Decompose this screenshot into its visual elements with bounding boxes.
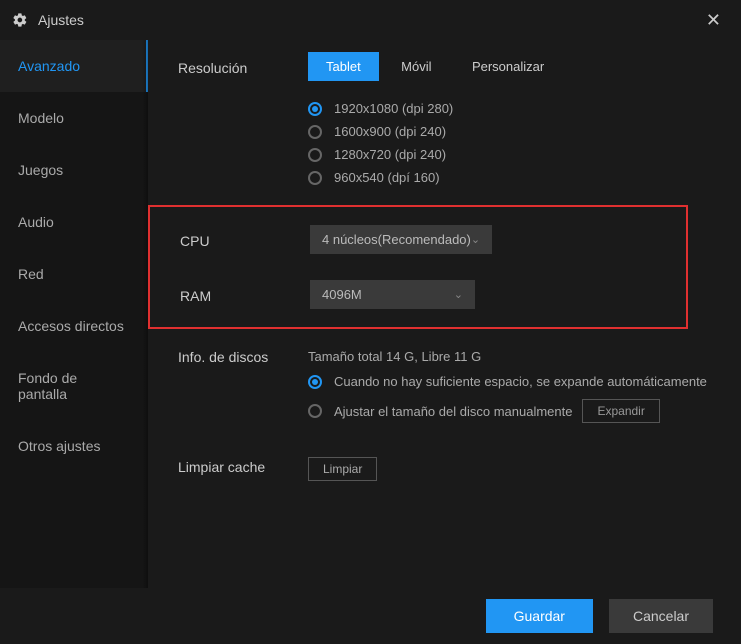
titlebar: Ajustes ✕	[0, 0, 741, 40]
sidebar-item-accesos-directos[interactable]: Accesos directos	[0, 300, 148, 352]
ram-dropdown-value: 4096M	[322, 287, 362, 302]
expand-button[interactable]: Expandir	[582, 399, 659, 423]
cpu-label: CPU	[180, 225, 310, 249]
window-title: Ajustes	[38, 12, 698, 28]
tab-tablet[interactable]: Tablet	[308, 52, 379, 81]
resolution-option-1600x900[interactable]: 1600x900 (dpi 240)	[308, 124, 721, 139]
resolution-option-label: 1920x1080 (dpi 280)	[334, 101, 453, 116]
resolution-option-1920x1080[interactable]: 1920x1080 (dpi 280)	[308, 101, 721, 116]
disk-info-label: Info. de discos	[178, 341, 308, 365]
disk-summary: Tamaño total 14 G, Libre 11 G	[308, 341, 721, 364]
disk-option-label: Cuando no hay suficiente espacio, se exp…	[334, 374, 707, 389]
close-icon[interactable]: ✕	[698, 6, 729, 35]
cpu-dropdown-value: 4 núcleos(Recomendado)	[322, 232, 471, 247]
footer: Guardar Cancelar	[0, 588, 741, 644]
sidebar-item-juegos[interactable]: Juegos	[0, 144, 148, 196]
clear-cache-button[interactable]: Limpiar	[308, 457, 377, 481]
radio-icon	[308, 375, 322, 389]
resolution-option-label: 1280x720 (dpi 240)	[334, 147, 446, 162]
content: Resolución Tablet Móvil Personalizar 192…	[148, 40, 741, 588]
cancel-button[interactable]: Cancelar	[609, 599, 713, 633]
resolution-option-label: 1600x900 (dpi 240)	[334, 124, 446, 139]
ram-dropdown[interactable]: 4096M ⌄	[310, 280, 475, 309]
highlight-box: CPU 4 núcleos(Recomendado) ⌄ RAM 4096M ⌄	[148, 205, 688, 329]
cache-label: Limpiar cache	[178, 451, 308, 475]
chevron-down-icon: ⌄	[454, 288, 463, 301]
disk-option-label: Ajustar el tamaño del disco manualmente	[334, 404, 572, 419]
radio-icon	[308, 148, 322, 162]
radio-icon	[308, 171, 322, 185]
gear-icon	[12, 12, 28, 28]
resolution-option-1280x720[interactable]: 1280x720 (dpi 240)	[308, 147, 721, 162]
radio-icon	[308, 404, 322, 418]
sidebar: Avanzado Modelo Juegos Audio Red Accesos…	[0, 40, 148, 588]
disk-option-auto[interactable]: Cuando no hay suficiente espacio, se exp…	[308, 374, 721, 389]
resolution-label: Resolución	[178, 52, 308, 76]
tab-movil[interactable]: Móvil	[383, 52, 449, 81]
sidebar-item-audio[interactable]: Audio	[0, 196, 148, 248]
sidebar-item-otros-ajustes[interactable]: Otros ajustes	[0, 420, 148, 472]
radio-icon	[308, 102, 322, 116]
radio-icon	[308, 125, 322, 139]
disk-option-manual[interactable]: Ajustar el tamaño del disco manualmente …	[308, 399, 721, 423]
save-button[interactable]: Guardar	[486, 599, 593, 633]
tab-personalizar[interactable]: Personalizar	[454, 52, 562, 81]
sidebar-item-avanzado[interactable]: Avanzado	[0, 40, 148, 92]
sidebar-item-fondo-de-pantalla[interactable]: Fondo de pantalla	[0, 352, 148, 420]
sidebar-item-modelo[interactable]: Modelo	[0, 92, 148, 144]
ram-label: RAM	[180, 280, 310, 304]
resolution-option-960x540[interactable]: 960x540 (dpí 160)	[308, 170, 721, 185]
chevron-down-icon: ⌄	[471, 233, 480, 246]
cpu-dropdown[interactable]: 4 núcleos(Recomendado) ⌄	[310, 225, 492, 254]
sidebar-item-red[interactable]: Red	[0, 248, 148, 300]
resolution-option-label: 960x540 (dpí 160)	[334, 170, 440, 185]
